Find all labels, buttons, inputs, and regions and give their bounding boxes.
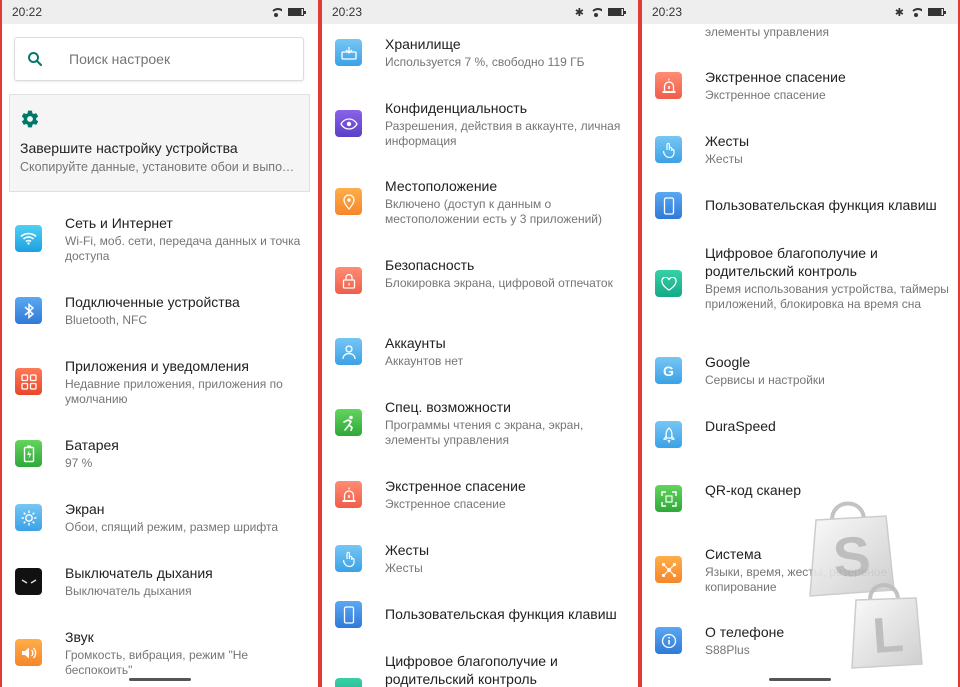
item-title: Звук [65,629,94,645]
item-subtitle: элементы управления [705,25,829,39]
item-title: Сеть и Интернет [65,215,173,231]
item-subtitle: Громкость, вибрация, режим "Не беспокоит… [65,648,249,677]
item-subtitle: Жесты [385,561,423,575]
item-title: Подключенные устройства [65,294,240,310]
phone-key-icon [655,192,682,219]
wellbeing-icon [655,270,682,297]
item-subtitle: Сервисы и настройки [705,373,825,387]
emergency-siren-icon [655,72,682,99]
status-bar: 20:23 ✱ [642,0,958,24]
status-bar: 20:22 [2,0,318,24]
storage-icon [335,39,362,66]
item-title: Цифровое благополучие и родительский кон… [705,245,878,279]
item-title: Жесты [385,542,430,558]
item-title: Экран [65,501,105,517]
gesture-hand-icon [335,545,362,572]
wifi-status-icon [910,7,922,17]
status-time: 20:23 [332,5,363,19]
qr-code-icon [655,485,682,512]
account-icon [335,338,362,365]
watermark-letter-l: L [871,606,905,664]
wifi-status-icon [270,7,282,17]
item-subtitle: Разрешения, действия в аккаунте, личная … [385,119,621,148]
status-time: 20:23 [652,5,683,19]
settings-screen-2: 20:23 ✱ Хранилище Используется 7 %, своб… [320,0,640,687]
item-subtitle: Bluetooth, NFC [65,313,148,327]
item-title: Жесты [705,133,750,149]
status-time: 20:22 [12,5,43,19]
item-subtitle: Используется 7 %, свободно 119 ГБ [385,55,585,69]
wellbeing-icon [335,678,362,687]
battery-status-icon [608,8,626,16]
bluetooth-icon [15,297,42,324]
breathing-light-icon [15,568,42,595]
item-title: Аккаунты [385,335,446,351]
setup-card-title: Завершите настройку устройства [20,140,238,156]
item-subtitle: Выключатель дыхания [65,584,192,598]
apps-icon [15,368,42,395]
item-title: Выключатель дыхания [65,565,213,581]
watermark-bag-l-icon: L [851,583,923,669]
item-subtitle: 97 % [65,456,93,470]
lock-icon [335,267,362,294]
gesture-nav-handle[interactable] [129,678,191,681]
item-title: Конфиденциальность [385,100,528,116]
battery-status-icon [288,8,306,16]
status-bar: 20:23 ✱ [322,0,638,24]
phone-key-icon [335,601,362,628]
item-title: Экстренное спасение [385,478,526,494]
item-subtitle: Время использования устройства, таймеры … [705,282,949,311]
info-icon [655,627,682,654]
item-subtitle: Включено (доступ к данным о местоположен… [385,197,602,226]
item-subtitle: Жесты [705,152,743,166]
item-title: DuraSpeed [705,418,776,434]
item-title: Спец. возможности [385,399,511,415]
emergency-siren-icon [335,481,362,508]
item-subtitle: Обои, спящий режим, размер шрифта [65,520,279,534]
item-subtitle: Блокировка экрана, цифровой отпечаток [385,276,613,290]
wifi-status-icon [590,7,602,17]
gear-icon [20,110,40,133]
google-icon: G [655,357,682,384]
item-title: Google [705,354,751,370]
search-icon [15,50,55,68]
gesture-hand-icon [655,136,682,163]
item-subtitle: Недавние приложения, приложения по умолч… [65,377,283,406]
item-title: Местоположение [385,178,498,194]
setup-suggestion-card[interactable]: Завершите настройку устройства Скопируйт… [9,94,310,192]
search-settings-field[interactable]: Поиск настроек [14,37,304,81]
speaker-icon [15,639,42,666]
battery-icon [15,440,42,467]
settings-screen-1: 20:22 Поиск настроек Завершите настройку… [0,0,320,687]
item-title: Хранилище [385,36,461,52]
bluetooth-status-icon: ✱ [574,6,584,19]
item-title: Пользовательская функция клавиш [705,197,937,213]
item-title: Приложения и уведомления [65,358,249,374]
location-pin-icon [335,188,362,215]
item-subtitle: Экстренное спасение [385,497,506,511]
item-subtitle: Программы чтения с экрана, экран, элемен… [385,418,584,447]
display-icon [15,504,42,531]
system-icon [655,556,682,583]
item-title: Безопасность [385,257,475,273]
rocket-icon [655,421,682,448]
search-placeholder: Поиск настроек [69,51,171,67]
bluetooth-status-icon: ✱ [894,6,904,19]
accessibility-icon [335,409,362,436]
gesture-nav-handle[interactable] [769,678,831,681]
battery-status-icon [928,8,946,16]
item-title: Батарея [65,437,119,453]
item-subtitle: Экстренное спасение [705,88,826,102]
item-title: Цифровое благополучие и родительский кон… [385,653,558,687]
item-subtitle: Wi-Fi, моб. сети, передача данных и точк… [65,234,301,263]
wifi-icon [15,225,42,252]
setup-card-subtitle: Скопируйте данные, установите обои и вып… [20,160,299,174]
item-title: Пользовательская функция клавиш [385,606,617,622]
privacy-icon [335,110,362,137]
item-subtitle: Аккаунтов нет [385,354,464,368]
item-title: Экстренное спасение [705,69,846,85]
